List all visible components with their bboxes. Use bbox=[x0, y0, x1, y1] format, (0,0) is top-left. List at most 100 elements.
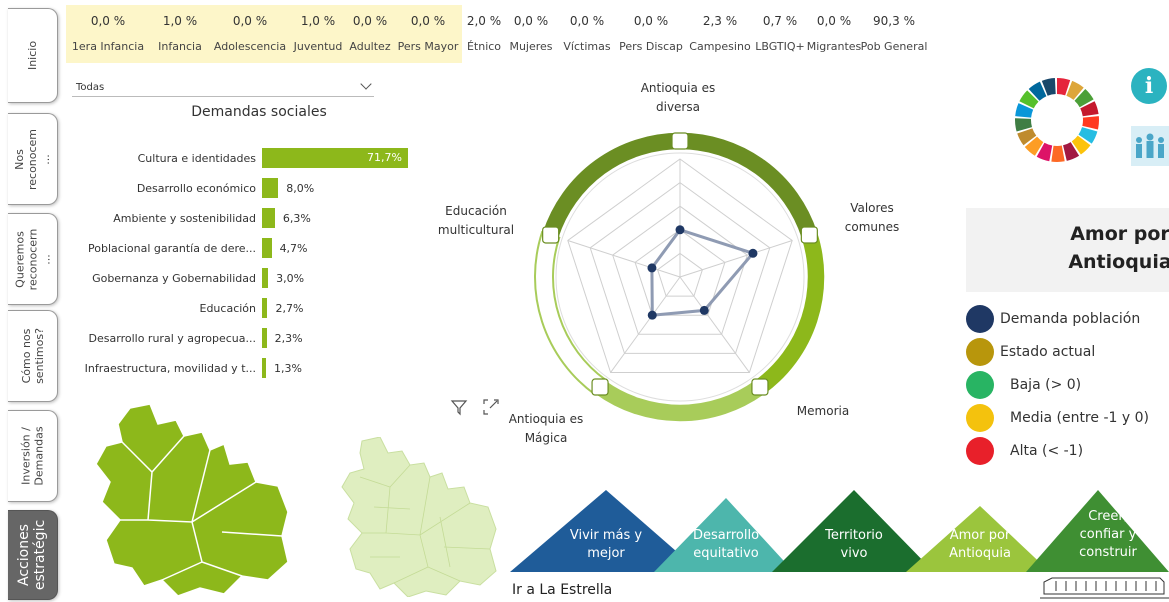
stat-label: Infancia bbox=[158, 40, 202, 53]
link-la-estrella[interactable]: Ir a La Estrella bbox=[512, 582, 612, 598]
stat-9[interactable]: 0,0 % Pers Discap bbox=[618, 5, 684, 63]
bar[interactable] bbox=[262, 268, 269, 288]
bar-value: 1,3% bbox=[274, 361, 302, 375]
stat-value: 0,0 % bbox=[90, 14, 126, 28]
radar-axis-icon bbox=[542, 226, 560, 244]
bar-row[interactable]: Desarrollo rural y agropecua... 2,3% bbox=[72, 328, 303, 348]
linea-label: Territorio vivo bbox=[825, 528, 883, 561]
radar-label-valores: Valores comunes bbox=[844, 201, 900, 234]
nav-tab-0[interactable]: Inicio bbox=[8, 8, 58, 103]
bar-value: 2,3% bbox=[274, 331, 303, 345]
bar-row[interactable]: Ambiente y sostenibilidad 6,3% bbox=[72, 208, 311, 228]
stat-11[interactable]: 0,7 % LBGTIQ+ bbox=[755, 5, 804, 63]
radar-point bbox=[748, 248, 758, 258]
bar-label: Gobernanza y Gobernabilidad bbox=[92, 271, 256, 285]
stat-value: 0,0 % bbox=[352, 14, 388, 28]
bar-value: 6,3% bbox=[282, 211, 311, 225]
radar-label-educacion: Educación multicultural bbox=[437, 204, 515, 237]
stat-value: 0,0 % bbox=[816, 14, 852, 28]
stat-5[interactable]: 0,0 % Pers Mayor bbox=[394, 5, 462, 63]
nav-tab-4[interactable]: Inversión / Demandas bbox=[8, 410, 58, 502]
stat-value: 0,0 % bbox=[633, 14, 669, 28]
nav-tab-5[interactable]: Acciones estratégic bbox=[8, 510, 58, 600]
bar[interactable] bbox=[262, 178, 279, 198]
bar-label: Cultura e identidades bbox=[137, 151, 256, 165]
bar[interactable] bbox=[262, 298, 268, 318]
legend-label: Demanda población bbox=[1000, 311, 1141, 327]
bar[interactable] bbox=[262, 238, 272, 258]
bar-row[interactable]: Cultura e identidades 71,7% bbox=[72, 148, 408, 168]
filter-icon[interactable] bbox=[450, 398, 468, 416]
bar[interactable]: 71,7% bbox=[262, 148, 408, 168]
legend-dot bbox=[966, 305, 994, 333]
stat-6[interactable]: 2,0 % Étnico bbox=[462, 5, 506, 63]
stat-value: 0,7 % bbox=[762, 14, 798, 28]
stat-8[interactable]: 0,0 % Víctimas bbox=[556, 5, 618, 63]
stat-0[interactable]: 0,0 % 1era Infancia bbox=[66, 5, 150, 63]
legend-item: Media (entre -1 y 0) bbox=[966, 404, 1149, 432]
legend-label: Estado actual bbox=[1000, 344, 1096, 360]
bar-label: Educación bbox=[199, 301, 257, 315]
axis-title: Amor por Antioquia bbox=[1068, 223, 1169, 273]
legend-dot bbox=[966, 404, 994, 432]
radar-point bbox=[675, 225, 685, 235]
bar-value: 4,7% bbox=[279, 241, 308, 255]
radar-label-diversa: Antioquia es diversa bbox=[640, 81, 716, 114]
train-icon[interactable] bbox=[1040, 572, 1169, 602]
stat-label: Pers Discap bbox=[619, 40, 683, 53]
info-icon[interactable]: i bbox=[1131, 68, 1167, 104]
stat-13[interactable]: 90,3 % Pob General bbox=[861, 5, 928, 63]
radar-axis-icon bbox=[591, 378, 609, 396]
bar[interactable] bbox=[262, 208, 275, 228]
bar[interactable] bbox=[262, 328, 267, 348]
stat-4[interactable]: 0,0 % Adultez bbox=[346, 5, 394, 63]
filter-dropdown[interactable]: Todas bbox=[72, 76, 374, 97]
stat-label: Migrantes bbox=[806, 40, 862, 53]
stat-value: 1,0 % bbox=[162, 14, 198, 28]
bar-row[interactable]: Desarrollo económico 8,0% bbox=[72, 178, 314, 198]
bar-value: 3,0% bbox=[276, 271, 305, 285]
ods-wheel-icon bbox=[1015, 78, 1099, 162]
nav-tab-label: Nos reconocem ... bbox=[13, 128, 52, 190]
bar-value: 2,7% bbox=[275, 301, 304, 315]
nav-tab-label: Cómo nos sentimos? bbox=[19, 328, 46, 384]
bar-label: Ambiente y sostenibilidad bbox=[113, 211, 256, 225]
nav-tab-2[interactable]: Queremos reconocern ... bbox=[8, 213, 58, 305]
chevron-down-icon[interactable] bbox=[360, 78, 372, 90]
radar-point bbox=[647, 310, 657, 320]
nav-tab-3[interactable]: Cómo nos sentimos? bbox=[8, 310, 58, 402]
nav-tab-1[interactable]: Nos reconocem ... bbox=[8, 113, 58, 205]
stat-label: Juventud bbox=[293, 40, 343, 53]
radar-axis-icon bbox=[671, 132, 689, 150]
stat-label: Campesino bbox=[689, 40, 751, 53]
stat-label: 1era Infancia bbox=[71, 40, 145, 53]
nav-tab-label: Inversión / Demandas bbox=[19, 426, 46, 486]
stat-value: 0,0 % bbox=[232, 14, 268, 28]
bar-row[interactable]: Poblacional garantía de dere... 4,7% bbox=[72, 238, 308, 258]
stat-10[interactable]: 2,3 % Campesino bbox=[684, 5, 756, 63]
antioquia-subregions-map[interactable] bbox=[92, 402, 292, 598]
stat-1[interactable]: 1,0 % Infancia bbox=[150, 5, 210, 63]
linea-label: Creer, confiar y construir bbox=[1079, 509, 1137, 560]
linea-label: Vivir más y mejor bbox=[569, 528, 643, 561]
legend-label: Media (entre -1 y 0) bbox=[1010, 410, 1149, 426]
stat-7[interactable]: 0,0 % Mujeres bbox=[506, 5, 556, 63]
people-icon[interactable] bbox=[1131, 126, 1169, 166]
stat-3[interactable]: 1,0 % Juventud bbox=[290, 5, 346, 63]
bar-label: Desarrollo económico bbox=[136, 181, 256, 195]
ods-segment bbox=[1082, 116, 1099, 130]
bar[interactable] bbox=[262, 358, 266, 378]
expand-icon[interactable] bbox=[482, 398, 500, 416]
bar-row[interactable]: Gobernanza y Gobernabilidad 3,0% bbox=[72, 268, 304, 288]
bar-label: Desarrollo rural y agropecua... bbox=[88, 331, 256, 345]
bar-row[interactable]: Educación 2,7% bbox=[72, 298, 303, 318]
ods-segment bbox=[1051, 145, 1065, 162]
bar-row[interactable]: Infraestructura, movilidad y t... 1,3% bbox=[72, 358, 302, 378]
legend-label: Alta (< -1) bbox=[1010, 443, 1084, 459]
legend-dot bbox=[966, 338, 994, 366]
bar-value: 8,0% bbox=[286, 181, 315, 195]
nav-tab-label: Acciones estratégic bbox=[16, 519, 49, 591]
antioquia-municipalities-map[interactable] bbox=[340, 437, 500, 597]
stat-12[interactable]: 0,0 % Migrantes bbox=[804, 5, 864, 63]
stat-2[interactable]: 0,0 % Adolescencia bbox=[210, 5, 290, 63]
